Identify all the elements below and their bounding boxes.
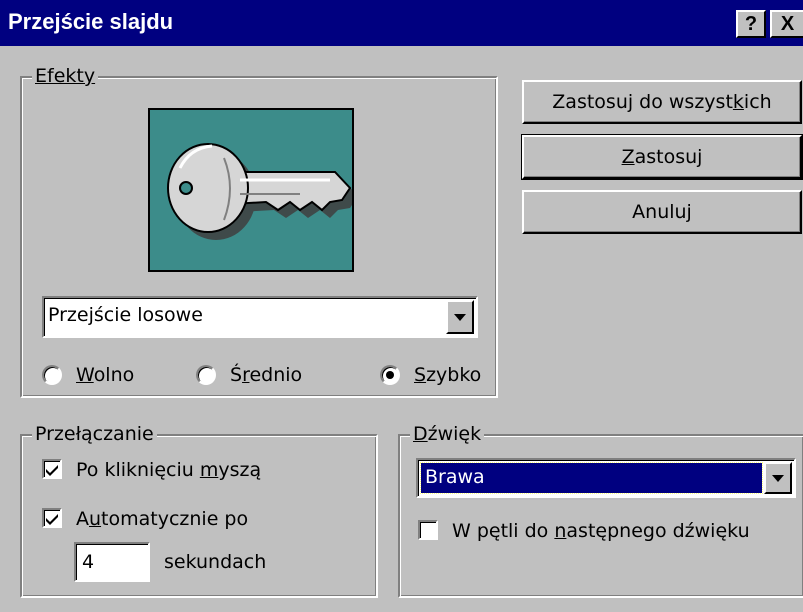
automatic-checkbox[interactable]: [42, 508, 62, 528]
apply-button[interactable]: Zastosuj: [521, 134, 803, 180]
sound-select[interactable]: Brawa: [416, 458, 796, 498]
cancel-button[interactable]: Anuluj: [522, 190, 802, 234]
radio-slow-label[interactable]: Wolno: [76, 364, 134, 386]
seconds-input[interactable]: 4: [74, 542, 150, 582]
sound-dropdown-button[interactable]: [764, 462, 792, 494]
seconds-unit-label: sekundach: [164, 551, 267, 573]
radio-fast-label[interactable]: Szybko: [414, 364, 481, 386]
on-click-checkbox[interactable]: [42, 459, 62, 479]
chevron-down-icon: [772, 475, 784, 482]
loop-label[interactable]: W pętli do następnego dźwięku: [452, 520, 750, 542]
effect-preview: [148, 108, 358, 272]
radio-slow[interactable]: [42, 365, 62, 385]
title-bar[interactable]: Przejście slajdu ? X: [0, 0, 803, 46]
checkmark-icon: [46, 514, 58, 525]
radio-medium-label[interactable]: Średnio: [230, 364, 302, 386]
radio-selected-dot: [386, 371, 394, 379]
radio-fast[interactable]: [380, 365, 400, 385]
checkmark-icon: [46, 465, 58, 476]
automatic-label[interactable]: Automatycznie po: [76, 508, 248, 530]
loop-checkbox[interactable]: [418, 520, 438, 540]
advance-group-label: Przełączanie: [32, 423, 157, 445]
chevron-down-icon: [454, 314, 466, 321]
help-button[interactable]: ?: [736, 10, 766, 38]
on-click-label[interactable]: Po kliknięciu myszą: [76, 459, 261, 481]
effect-select-value: Przejście losowe: [48, 304, 203, 326]
sound-select-value: Brawa: [420, 462, 763, 494]
effect-select[interactable]: Przejście losowe: [42, 296, 478, 338]
apply-all-button[interactable]: Zastosuj do wszystkich: [522, 80, 802, 124]
sound-group-label: Dźwięk: [410, 423, 485, 445]
key-icon: [167, 143, 358, 240]
effects-group-label: Efekty: [32, 65, 99, 87]
effect-dropdown-button[interactable]: [446, 300, 474, 334]
dialog-title: Przejście slajdu: [8, 9, 174, 34]
close-button[interactable]: X: [770, 10, 803, 38]
radio-medium[interactable]: [196, 365, 216, 385]
